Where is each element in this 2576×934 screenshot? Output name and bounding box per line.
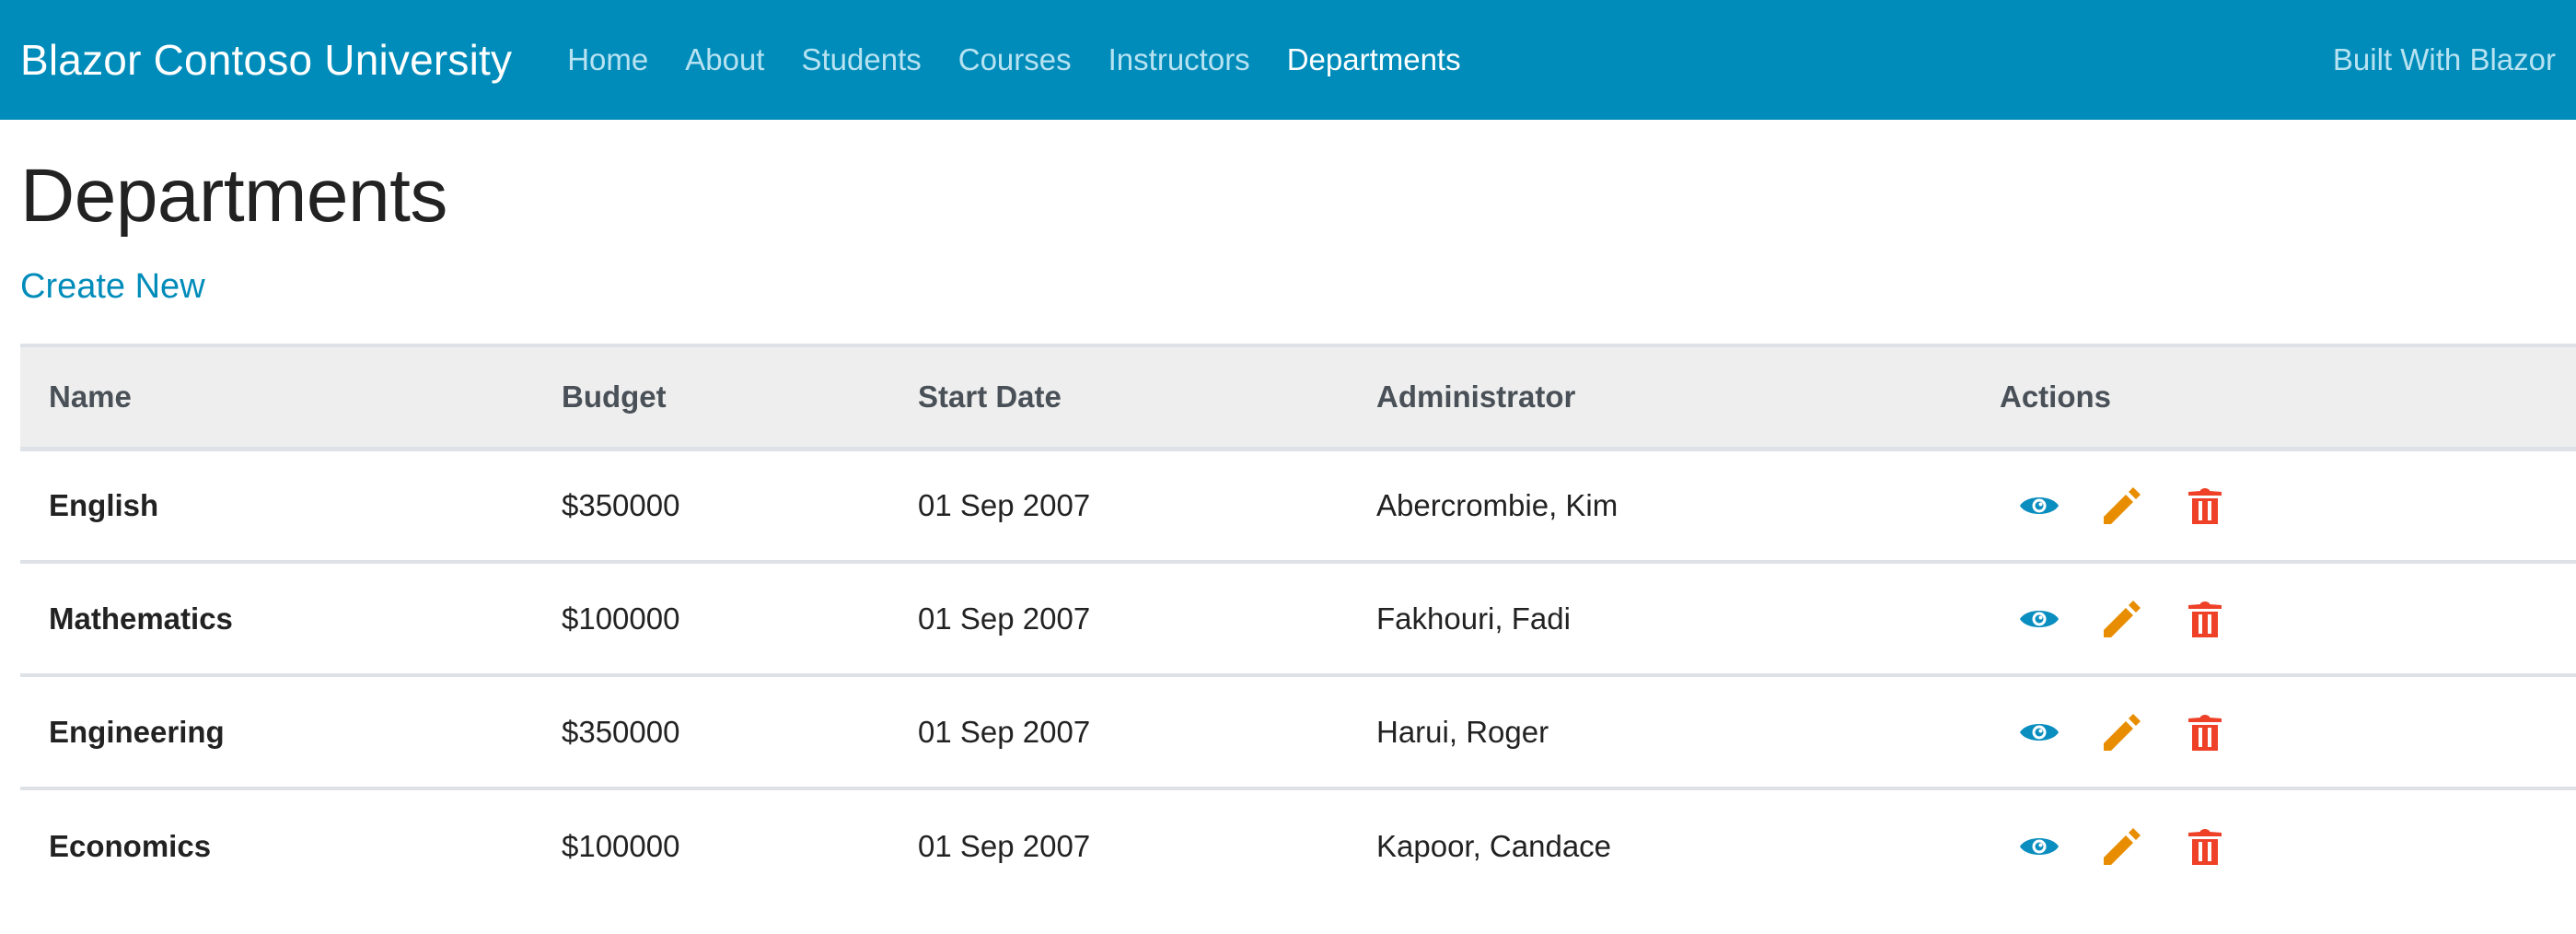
nav-about[interactable]: About bbox=[685, 42, 764, 77]
table-row: Economics $100000 01 Sep 2007 Kapoor, Ca… bbox=[20, 788, 2576, 902]
trash-icon[interactable] bbox=[2184, 825, 2226, 868]
create-new-link[interactable]: Create New bbox=[20, 267, 205, 307]
page-title: Departments bbox=[20, 154, 447, 238]
department-budget: $350000 bbox=[533, 449, 889, 564]
department-name: English bbox=[20, 449, 533, 564]
department-start-date: 01 Sep 2007 bbox=[889, 562, 1348, 677]
trash-icon[interactable] bbox=[2184, 598, 2226, 640]
department-budget: $100000 bbox=[562, 828, 680, 863]
pencil-icon[interactable] bbox=[2101, 825, 2143, 868]
pencil-icon[interactable] bbox=[2101, 598, 2143, 640]
column-header-name: Name bbox=[20, 344, 533, 451]
table-row: Engineering $350000 01 Sep 2007 Harui, R… bbox=[20, 675, 2576, 790]
eye-icon[interactable] bbox=[2018, 711, 2060, 753]
eye-icon[interactable] bbox=[2018, 825, 2060, 868]
header-row: Name Budget Start Date Administrator Act… bbox=[20, 344, 2576, 451]
table-row: English $350000 01 Sep 2007 Abercrombie,… bbox=[20, 449, 2576, 564]
nav-students[interactable]: Students bbox=[801, 42, 921, 77]
department-start-date: 01 Sep 2007 bbox=[889, 449, 1348, 564]
department-administrator: Abercrombie, Kim bbox=[1348, 449, 1971, 564]
main-nav: Home About Students Courses Instructors … bbox=[567, 42, 1497, 77]
nav-courses[interactable]: Courses bbox=[958, 42, 1072, 77]
column-header-start-date: Start Date bbox=[889, 344, 1348, 451]
table-row: Mathematics $100000 01 Sep 2007 Fakhouri… bbox=[20, 562, 2576, 677]
department-name: Engineering bbox=[20, 675, 533, 790]
eye-icon[interactable] bbox=[2018, 598, 2060, 640]
actions-cell bbox=[1971, 788, 2576, 902]
row-actions bbox=[2000, 711, 2576, 753]
nav-departments[interactable]: Departments bbox=[1287, 42, 1461, 77]
department-name: Mathematics bbox=[20, 562, 533, 677]
trash-icon[interactable] bbox=[2184, 485, 2226, 527]
department-name: Economics bbox=[49, 828, 212, 863]
column-header-budget: Budget bbox=[533, 344, 889, 451]
actions-cell bbox=[1971, 449, 2576, 564]
row-actions bbox=[2000, 485, 2576, 527]
department-start-date: 01 Sep 2007 bbox=[918, 828, 1091, 863]
row-actions bbox=[2000, 825, 2576, 868]
pencil-icon[interactable] bbox=[2101, 485, 2143, 527]
department-start-date: 01 Sep 2007 bbox=[889, 675, 1348, 790]
column-header-actions: Actions bbox=[1971, 344, 2576, 451]
department-administrator: Kapoor, Candace bbox=[1376, 828, 1612, 863]
main-content: Departments Create New Name Budget Start… bbox=[0, 158, 2576, 902]
trash-icon[interactable] bbox=[2184, 711, 2226, 753]
table-header: Name Budget Start Date Administrator Act… bbox=[20, 344, 2576, 451]
pencil-icon[interactable] bbox=[2101, 711, 2143, 753]
row-actions bbox=[2000, 598, 2576, 640]
eye-icon[interactable] bbox=[2018, 485, 2060, 527]
top-navbar: Blazor Contoso University Home About Stu… bbox=[0, 0, 2576, 120]
nav-instructors[interactable]: Instructors bbox=[1108, 42, 1250, 77]
department-budget: $350000 bbox=[533, 675, 889, 790]
actions-cell bbox=[1971, 675, 2576, 790]
table-body: English $350000 01 Sep 2007 Abercrombie,… bbox=[20, 449, 2576, 902]
built-with-blazor: Built With Blazor bbox=[2332, 42, 2556, 76]
department-administrator: Fakhouri, Fadi bbox=[1348, 562, 1971, 677]
actions-cell bbox=[1971, 562, 2576, 677]
department-administrator: Harui, Roger bbox=[1348, 675, 1971, 790]
brand-link[interactable]: Blazor Contoso University bbox=[20, 35, 512, 85]
departments-table: Name Budget Start Date Administrator Act… bbox=[20, 344, 2576, 902]
column-header-administrator: Administrator bbox=[1348, 344, 1971, 451]
department-budget: $100000 bbox=[533, 562, 889, 677]
nav-home[interactable]: Home bbox=[567, 42, 648, 77]
